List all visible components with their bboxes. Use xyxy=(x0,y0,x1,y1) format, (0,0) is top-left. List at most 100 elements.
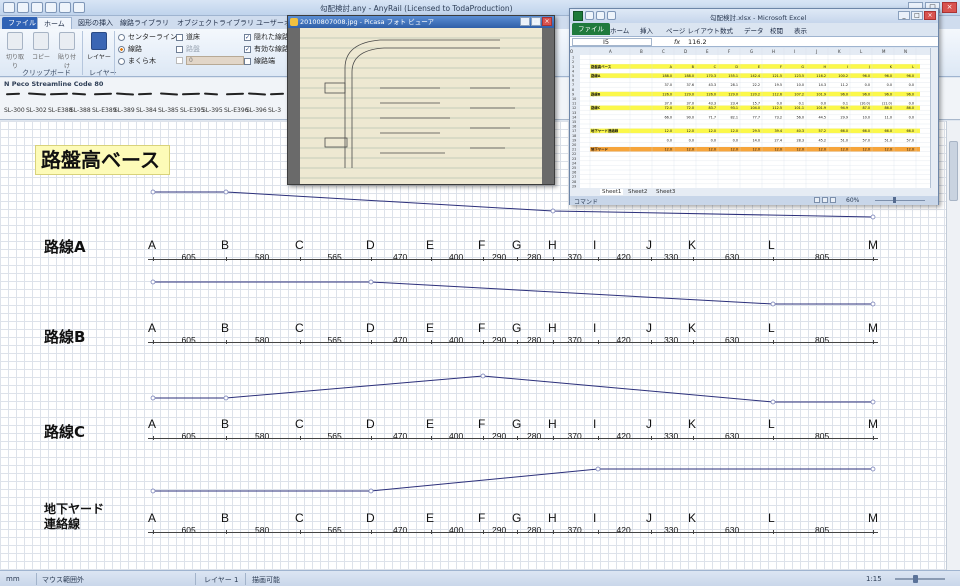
row-number[interactable]: 23 xyxy=(572,157,576,161)
fx-icon[interactable]: fx xyxy=(674,38,680,46)
tab-file[interactable]: ファイル xyxy=(2,17,42,29)
profile-node[interactable] xyxy=(150,279,156,285)
cell-value[interactable]: 57.2 xyxy=(818,129,826,133)
row-number[interactable]: 11 xyxy=(572,102,576,106)
track-piece-icon[interactable] xyxy=(181,92,201,96)
cell-value[interactable]: 12.0 xyxy=(752,148,760,152)
normal-view-icon[interactable] xyxy=(814,197,820,203)
row-number[interactable]: 26 xyxy=(572,171,576,175)
cell-value[interactable]: 0.0 xyxy=(733,138,738,142)
cell-value[interactable]: J xyxy=(868,65,870,69)
sheet-tab-2[interactable]: Sheet2 xyxy=(628,189,647,195)
cell-value[interactable]: 112.6 xyxy=(772,92,782,96)
cell-value[interactable]: 71.7 xyxy=(708,115,716,119)
tab-object-library[interactable]: オブジェクトライブラリ xyxy=(171,17,260,29)
row-number[interactable]: 16 xyxy=(572,125,576,129)
column-header[interactable]: I xyxy=(794,49,795,54)
excel-save-icon[interactable] xyxy=(585,11,594,20)
cell-value[interactable]: 0.0 xyxy=(689,138,694,142)
cell-value[interactable]: 93.1 xyxy=(730,106,738,110)
cell-value[interactable]: 66.0 xyxy=(884,129,892,133)
cell-value[interactable]: 37.0 xyxy=(664,102,672,106)
row-number[interactable]: 5 xyxy=(572,74,574,78)
cell-value[interactable]: 0.0 xyxy=(909,102,914,106)
column-header[interactable]: J xyxy=(815,49,817,54)
cell-value[interactable]: 12.0 xyxy=(884,148,892,152)
cell-value[interactable]: 0.0 xyxy=(821,102,826,106)
cell-value[interactable]: 96.0 xyxy=(862,74,870,78)
profile-node[interactable] xyxy=(595,466,601,472)
zoom-slider-knob[interactable] xyxy=(913,575,918,583)
cell-value[interactable]: 0.1 xyxy=(843,102,848,106)
option-centerline[interactable]: センターライン xyxy=(118,32,177,42)
profile-node[interactable] xyxy=(870,399,876,405)
profile-node[interactable] xyxy=(150,189,156,195)
column-header[interactable]: H xyxy=(772,49,775,54)
column-header[interactable]: A xyxy=(609,49,612,54)
column-header[interactable]: K xyxy=(838,49,841,54)
roadbed-height-field[interactable]: 0 xyxy=(176,56,244,65)
cell-value[interactable]: 129.0 xyxy=(728,92,738,96)
cell-value[interactable]: 104.0 xyxy=(750,106,760,110)
copy-button[interactable]: コピー xyxy=(30,32,52,61)
cell-value[interactable]: 155.1 xyxy=(728,74,738,78)
cell-value[interactable]: 0.0 xyxy=(909,115,914,119)
cell-value[interactable]: 14.3 xyxy=(818,83,826,87)
profile-node[interactable] xyxy=(150,488,156,494)
cell-value[interactable]: E xyxy=(758,65,760,69)
open-folder-icon[interactable] xyxy=(31,2,43,13)
new-file-icon[interactable] xyxy=(17,2,29,13)
cell-value[interactable]: 29.9 xyxy=(840,115,848,119)
cell-value[interactable]: 地下ヤード xyxy=(591,147,609,152)
cell-value[interactable]: 96.0 xyxy=(906,74,914,78)
cell-value[interactable]: G xyxy=(801,65,804,69)
cell-value[interactable]: 77.7 xyxy=(752,115,760,119)
gradient-profile-line[interactable] xyxy=(153,281,873,305)
column-header[interactable]: C xyxy=(662,49,665,54)
gradient-profile-line[interactable] xyxy=(153,375,873,403)
cell-value[interactable]: 51.0 xyxy=(884,138,892,142)
excel-window[interactable]: 勾配検討.xlsx - Microsoft Excel _ □ × ファイル ホ… xyxy=(569,8,939,206)
row-number[interactable]: 27 xyxy=(572,175,576,179)
row-number[interactable]: 3 xyxy=(572,65,574,69)
sheet-tab-3[interactable]: Sheet3 xyxy=(656,189,675,195)
cell-value[interactable]: 12.0 xyxy=(686,129,694,133)
row-number[interactable]: 19 xyxy=(572,138,576,142)
cell-value[interactable]: 37.0 xyxy=(664,83,672,87)
cell-value[interactable]: 12.0 xyxy=(840,148,848,152)
cell-value[interactable]: 129.0 xyxy=(684,92,694,96)
cell-value[interactable]: 44.5 xyxy=(818,115,826,119)
column-header[interactable]: B xyxy=(640,49,643,54)
cell-value[interactable]: 路線C xyxy=(591,105,601,110)
cell-value[interactable]: 90.0 xyxy=(686,115,694,119)
excel-tab-page-layout[interactable]: ページ レイアウト xyxy=(666,25,720,35)
cell-value[interactable]: 37.6 xyxy=(686,83,694,87)
tab-insert-shapes[interactable]: 図形の挿入 xyxy=(72,17,119,29)
excel-tab-data[interactable]: データ xyxy=(744,25,764,35)
track-piece-icon[interactable] xyxy=(5,92,21,96)
cell-value[interactable]: 116.2 xyxy=(816,74,826,78)
picasa-maximize-button[interactable]: □ xyxy=(531,17,541,26)
cell-value[interactable]: 39.4 xyxy=(774,129,782,133)
gradient-profile-line[interactable] xyxy=(153,468,873,492)
cell-value[interactable]: 27.4 xyxy=(774,138,782,142)
cell-value[interactable]: (10.0) xyxy=(860,102,871,106)
cell-value[interactable]: 12.0 xyxy=(818,148,826,152)
cell-value[interactable]: 12.0 xyxy=(730,148,738,152)
close-button[interactable]: × xyxy=(942,2,957,13)
redo-icon[interactable] xyxy=(73,2,85,13)
row-number[interactable]: 14 xyxy=(572,115,576,119)
cell-value[interactable]: 14.0 xyxy=(752,138,760,142)
cell-value[interactable]: 73.2 xyxy=(774,115,782,119)
excel-minimize-button[interactable]: _ xyxy=(898,11,910,20)
check-valid-track[interactable]: ✓ 有効な線路 xyxy=(244,44,289,54)
page-break-view-icon[interactable] xyxy=(830,197,836,203)
profile-node[interactable] xyxy=(150,395,156,401)
row-number[interactable]: 4 xyxy=(572,69,574,73)
cell-value[interactable]: 0.0 xyxy=(711,138,716,142)
cell-value[interactable]: 10.0 xyxy=(796,83,804,87)
row-number[interactable]: 1 xyxy=(572,56,574,60)
excel-name-box[interactable]: I5 xyxy=(572,38,652,46)
row-number[interactable]: 17 xyxy=(572,129,576,133)
cell-value[interactable]: 43.3 xyxy=(708,83,716,87)
